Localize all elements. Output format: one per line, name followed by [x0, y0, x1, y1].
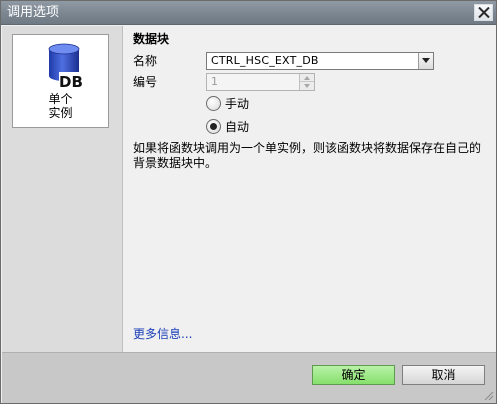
instance-type-panel: DB 单个 实例 [2, 26, 123, 352]
spin-down-icon [304, 84, 310, 88]
number-label: 编号 [133, 75, 158, 89]
chevron-down-icon [422, 58, 430, 63]
close-button[interactable] [474, 4, 493, 21]
description-text: 如果将函数块调用为一个单实例，则该函数块将数据保存在自己的背景数据块中。 [133, 141, 482, 170]
options-panel: 数据块 名称 CTRL_HSC_EXT_DB 编号 1 手动 自动 如果将函数块… [124, 26, 496, 352]
number-spin-buttons [299, 74, 314, 90]
section-title: 数据块 [133, 32, 170, 46]
radio-manual-button[interactable] [206, 96, 221, 111]
number-spinbox: 1 [206, 73, 315, 91]
more-info-link[interactable]: 更多信息... [133, 325, 192, 342]
single-instance-label: 单个 实例 [13, 92, 108, 120]
spin-up-icon [304, 76, 310, 80]
radio-auto-button[interactable] [206, 119, 221, 134]
data-block-icon: DB [48, 43, 84, 91]
call-options-dialog: 调用选项 DB 单个 实例 数据块 名称 CTRL_HSC_EXT_DB 编号 … [0, 0, 497, 404]
close-icon [478, 7, 490, 18]
tile-label-line1: 单个 [48, 92, 73, 106]
name-label: 名称 [133, 54, 158, 68]
ok-button[interactable]: 确定 [312, 365, 395, 385]
resize-grip-icon[interactable] [484, 391, 494, 401]
single-instance-option[interactable]: DB 单个 实例 [12, 34, 109, 128]
spin-up-button [300, 74, 314, 82]
title-bar[interactable]: 调用选项 [1, 1, 496, 25]
number-value: 1 [211, 75, 218, 88]
cancel-button[interactable]: 取消 [402, 365, 485, 385]
name-combobox[interactable]: CTRL_HSC_EXT_DB [206, 52, 434, 70]
button-bar: 确定 取消 [2, 352, 496, 403]
tile-label-line2: 实例 [48, 106, 73, 120]
radio-selected-dot [210, 123, 217, 130]
name-value: CTRL_HSC_EXT_DB [211, 54, 319, 67]
dialog-title: 调用选项 [7, 5, 60, 20]
name-dropdown-button[interactable] [418, 53, 433, 69]
spin-down-button [300, 82, 314, 90]
db-icon-text: DB [59, 73, 83, 91]
radio-auto-label[interactable]: 自动 [225, 119, 249, 135]
radio-manual-label[interactable]: 手动 [225, 96, 249, 112]
